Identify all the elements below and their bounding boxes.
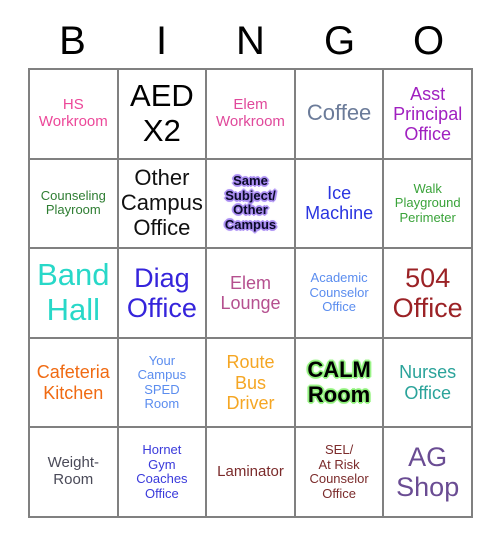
bingo-cell-label: Walk Playground Perimeter	[394, 180, 461, 225]
bingo-header-letter-i: I	[155, 19, 168, 63]
bingo-cell[interactable]: Your Campus SPED Room	[118, 338, 208, 429]
bingo-cell[interactable]: SEL/ At Risk Counselor Office	[295, 428, 385, 518]
bingo-cell[interactable]: AED X2	[118, 70, 208, 160]
bingo-cell[interactable]: Coffee	[295, 70, 385, 160]
bingo-cell-label: Counseling Playroom	[40, 187, 106, 218]
bingo-cell-label: Elem Workroom	[216, 96, 285, 130]
bingo-cell[interactable]: Asst Principal Office	[384, 70, 473, 160]
bingo-cell-label: Band Hall	[37, 257, 110, 327]
bingo-cell[interactable]: Walk Playground Perimeter	[384, 159, 473, 250]
bingo-cell-label: SEL/ At Risk Counselor Office	[309, 442, 369, 501]
bingo-cell[interactable]: Ice Machine	[295, 159, 385, 250]
bingo-cell-label: AED X2	[130, 78, 194, 148]
bingo-cell[interactable]: Elem Workroom	[207, 70, 296, 160]
bingo-cell-label: Coffee	[306, 100, 372, 126]
bingo-cell[interactable]: Route Bus Driver	[207, 338, 296, 429]
bingo-header-letter-n: N	[236, 19, 265, 63]
bingo-cell-label: Same Subject/ Other Campus	[224, 173, 277, 232]
bingo-cell-label: Laminator	[217, 462, 284, 480]
bingo-cell-label: Route Bus Driver	[226, 352, 275, 413]
bingo-cell-label: Cafeteria Kitchen	[36, 362, 110, 403]
bingo-cell-label: Diag Office	[126, 262, 197, 323]
bingo-grid: HS Workroom AED X2 Elem Workroom Coffee Asst…	[28, 68, 473, 518]
bingo-cell-label: CALM Room	[307, 356, 371, 407]
bingo-cell-label: Asst Principal Office	[393, 83, 463, 144]
bingo-cell[interactable]: Nurses Office	[384, 338, 473, 429]
bingo-cell[interactable]: 504 Office	[384, 249, 473, 339]
bingo-header: B I N G O	[28, 14, 473, 68]
bingo-cell[interactable]: Laminator	[207, 428, 296, 518]
bingo-cell-label: AG Shop	[396, 441, 460, 503]
bingo-cell[interactable]: Other Campus Office	[118, 159, 208, 250]
bingo-cell[interactable]: Same Subject/ Other Campus	[207, 159, 296, 250]
bingo-cell[interactable]: Cafeteria Kitchen	[30, 338, 119, 429]
bingo-cell[interactable]: CALM Room	[295, 338, 385, 429]
bingo-cell-label: Elem Lounge	[220, 272, 281, 313]
bingo-cell-label: Ice Machine	[305, 183, 374, 224]
bingo-cell-label: 504 Office	[392, 262, 463, 323]
bingo-cell-label: Weight- Room	[47, 454, 99, 489]
bingo-cell[interactable]: Academic Counselor Office	[295, 249, 385, 339]
bingo-cell[interactable]: Diag Office	[118, 249, 208, 339]
bingo-header-letter-g: G	[323, 19, 356, 63]
bingo-cell-label: Nurses Office	[399, 362, 457, 403]
bingo-cell-label: Hornet Gym Coaches Office	[136, 442, 188, 501]
bingo-cell[interactable]: Elem Lounge	[207, 249, 296, 339]
bingo-cell-label: Other Campus Office	[120, 165, 203, 240]
bingo-cell[interactable]: Weight- Room	[30, 428, 119, 518]
bingo-cell[interactable]: Band Hall	[30, 249, 119, 339]
bingo-cell[interactable]: Counseling Playroom	[30, 159, 119, 250]
bingo-cell[interactable]: AG Shop	[384, 428, 473, 518]
bingo-card: B I N G O HS Workroom AED X2 Elem Workroom…	[0, 0, 500, 544]
bingo-header-letter-o: O	[412, 19, 445, 63]
bingo-cell-label: Your Campus SPED Room	[137, 352, 187, 412]
bingo-cell[interactable]: Hornet Gym Coaches Office	[118, 428, 208, 518]
bingo-cell-label: Academic Counselor Office	[309, 270, 369, 315]
bingo-header-letter-b: B	[59, 19, 86, 63]
bingo-cell[interactable]: HS Workroom	[30, 70, 119, 160]
bingo-cell-label: HS Workroom	[38, 96, 108, 130]
